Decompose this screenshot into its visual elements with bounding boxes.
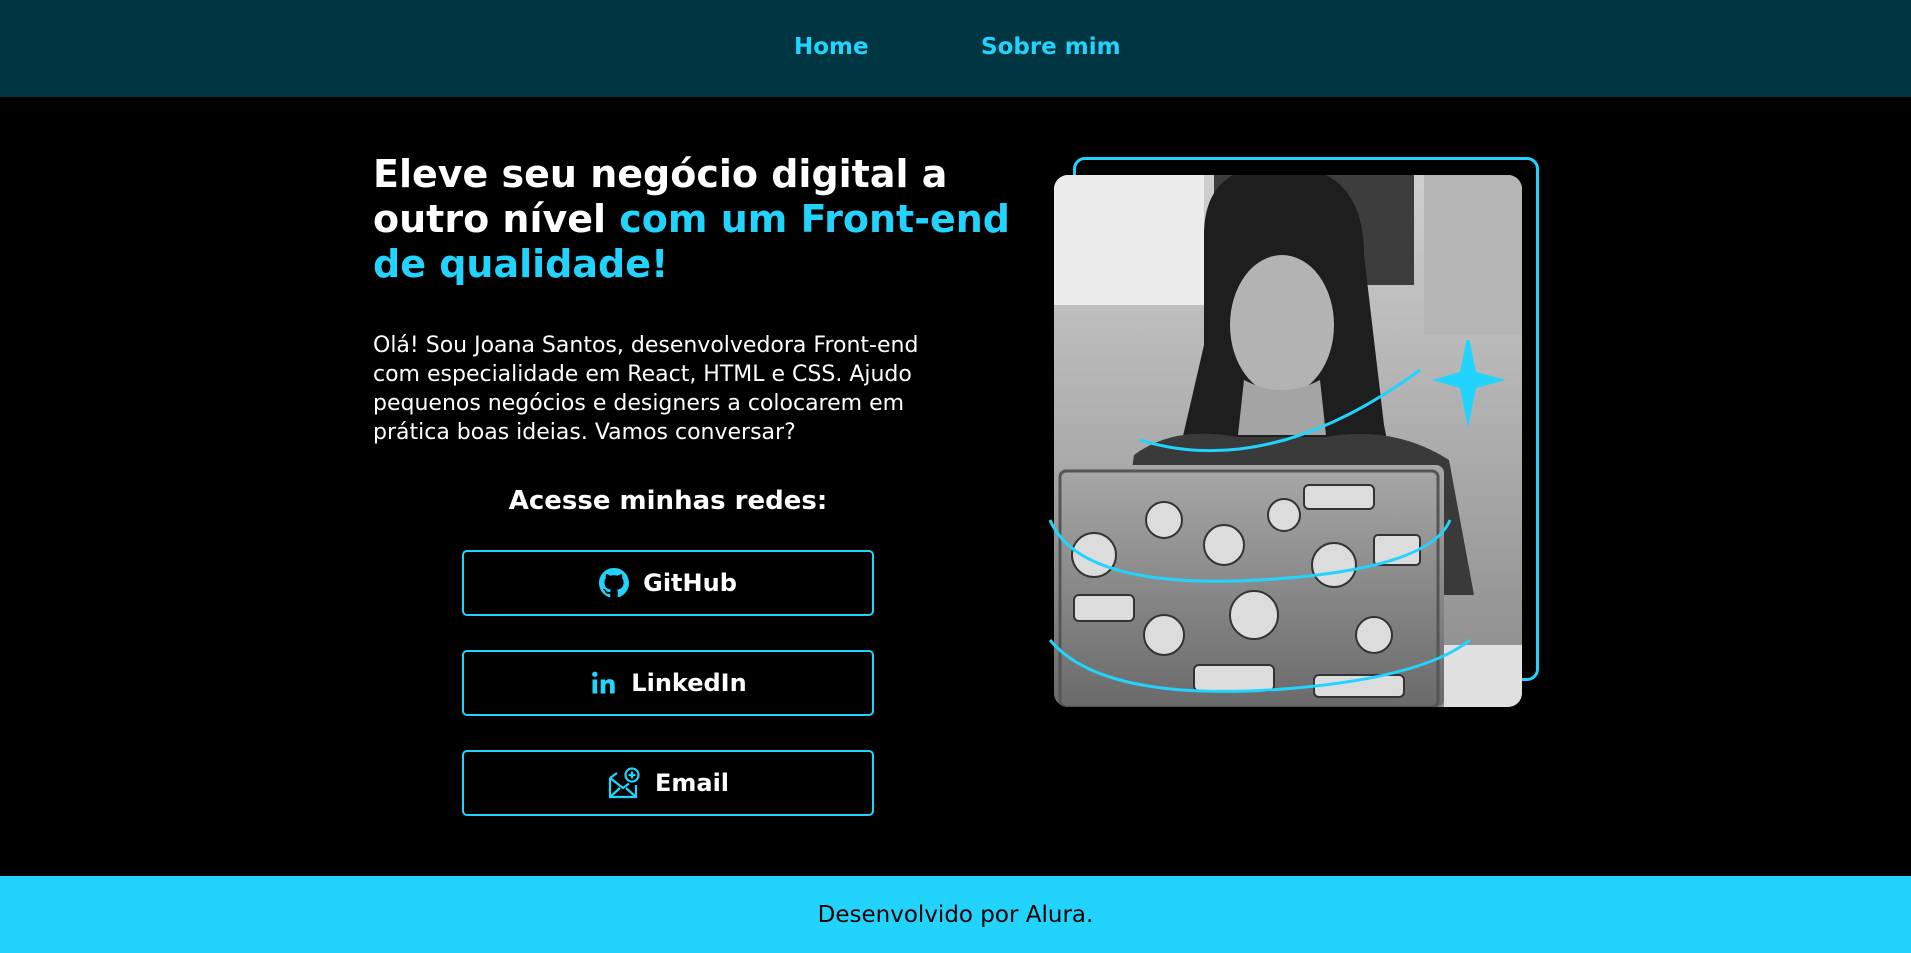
hero-intro-text: Olá! Sou Joana Santos, desenvolvedora Fr… [373,333,919,445]
nav-about-link[interactable]: Sobre mim [981,34,1121,60]
top-navigation: Home Sobre mim [0,0,1911,97]
github-button-label: GitHub [643,569,737,597]
social-links-title: Acesse minhas redes: [508,486,828,516]
page-footer: Desenvolvido por Alura. [0,876,1911,953]
email-button[interactable]: Email [462,750,874,816]
linkedin-icon [589,669,617,697]
email-button-label: Email [654,769,730,797]
github-icon [599,568,630,598]
profile-photo [1054,175,1522,707]
nav-home-link[interactable]: Home [794,34,869,60]
hero-headline: Eleve seu negócio digital a outro nível … [373,152,1013,287]
email-icon [607,766,641,800]
github-button[interactable]: GitHub [462,550,874,616]
linkedin-button-label: LinkedIn [631,669,747,697]
linkedin-button[interactable]: LinkedIn [462,650,874,716]
footer-credit: Desenvolvido por Alura. [817,901,1094,928]
